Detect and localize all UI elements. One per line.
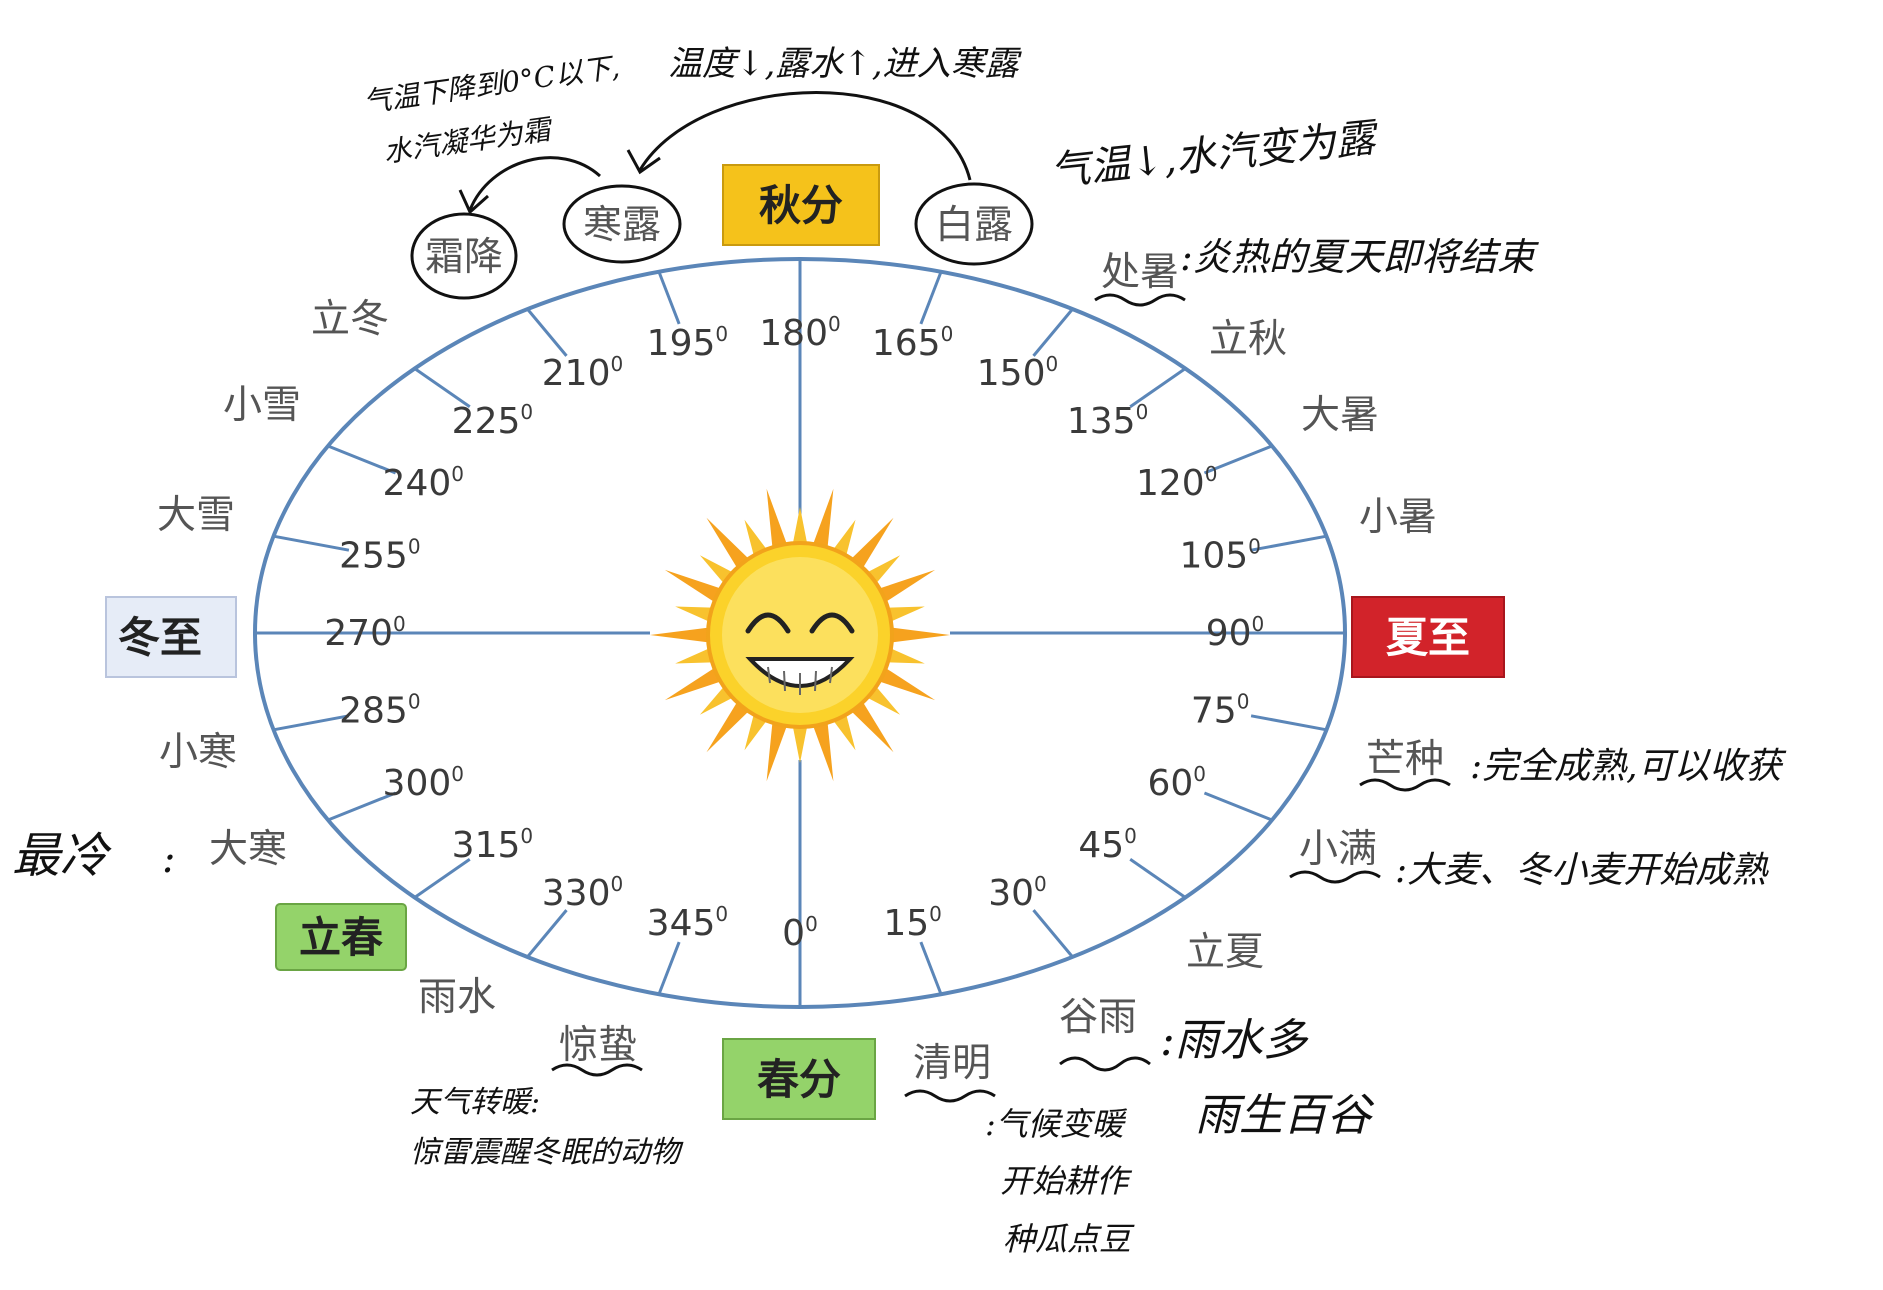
xiaoman-note: :大麦、冬小麦开始成熟 xyxy=(1395,850,1769,891)
xiaoxue-label: 小雪 xyxy=(223,383,301,428)
mangzhong-note: :完全成熟,可以收获 xyxy=(1470,746,1787,787)
orbit-tick-105 xyxy=(1250,534,1327,552)
daxue-label: 大雪 xyxy=(157,493,235,538)
dashu-label: 大暑 xyxy=(1301,393,1379,438)
degree-label-150: 1500 xyxy=(977,352,1058,394)
degree-label-75: 750 xyxy=(1191,690,1250,732)
guyu-label: 谷雨 xyxy=(1059,995,1137,1040)
qingming-underline xyxy=(904,1089,996,1103)
sun-ray xyxy=(766,488,789,552)
orbit-tick-285 xyxy=(273,714,350,732)
xiaoman-underline xyxy=(1289,870,1381,884)
degree-label-135: 1350 xyxy=(1067,400,1148,442)
shuangjiang-note-line1: 气温下降到0°C以下, xyxy=(361,50,621,119)
qingming-note-line3: 种瓜点豆 xyxy=(1003,1220,1135,1258)
qingming-note-line2: 开始耕作 xyxy=(1000,1162,1133,1200)
degree-label-345: 3450 xyxy=(647,902,728,944)
xiaoshu-label: 小暑 xyxy=(1359,495,1437,540)
orbit-tick-75 xyxy=(1250,714,1327,732)
hanlu-to-shuangjiang-arrow xyxy=(468,156,602,211)
liqiu-label: 立秋 xyxy=(1209,317,1287,362)
degree-label-30: 300 xyxy=(988,872,1047,914)
orbit-tick-195 xyxy=(657,271,681,325)
degree-label-300: 3000 xyxy=(383,762,464,804)
solar-terms-diagram: 00 150 300 450600 750 900 1050 1200 13501500 1650… xyxy=(12,44,1787,1258)
degree-label-210: 2100 xyxy=(542,352,623,394)
degree-label-15: 150 xyxy=(883,902,942,944)
jingzhe-note-line1: 天气转暖: xyxy=(410,1085,540,1120)
orbit-tick-165 xyxy=(919,271,943,325)
degree-label-330: 3300 xyxy=(542,872,623,914)
yushui-label: 雨水 xyxy=(418,975,496,1020)
guyu-underline xyxy=(1059,1056,1151,1072)
degree-label-255: 2550 xyxy=(339,534,420,576)
hanlu-note: 温度↓,露水↑,进入寒露 xyxy=(668,44,1023,84)
degree-label-105: 1050 xyxy=(1179,534,1260,576)
guyu-note-line2: 雨生百谷 xyxy=(1195,1090,1375,1141)
orbit-tick-210 xyxy=(526,308,568,357)
dahan-note-colon: : xyxy=(162,836,175,882)
degree-label-60: 600 xyxy=(1147,762,1206,804)
jingzhe-note-line2: 惊雷震醒冬眠的动物 xyxy=(410,1135,684,1170)
chunfen-label: 春分 xyxy=(757,1055,841,1104)
sun-ray xyxy=(766,718,789,782)
orbit-tick-30 xyxy=(1032,909,1074,958)
orbit-tick-330 xyxy=(526,909,568,958)
jingzhe-label: 惊蛰 xyxy=(559,1023,637,1068)
degree-label-315: 3150 xyxy=(452,824,533,866)
degree-label-120: 1200 xyxy=(1136,462,1217,504)
lichun-label: 立春 xyxy=(299,913,383,962)
lidong-label: 立冬 xyxy=(311,297,389,342)
orbit-tick-15 xyxy=(919,941,943,995)
sun-ray xyxy=(811,718,834,782)
bailu-to-hanlu-arrowhead xyxy=(626,149,661,175)
qiufen-label: 秋分 xyxy=(759,181,843,230)
orbit-tick-345 xyxy=(657,941,681,995)
guyu-note-line1: :雨水多 xyxy=(1160,1015,1309,1066)
bailu-note: 气温↓,水汽变为露 xyxy=(1048,115,1381,195)
degree-label-165: 1650 xyxy=(872,322,953,364)
degree-label-180: 1800 xyxy=(759,312,840,354)
degree-label-0: 00 xyxy=(782,912,818,954)
degree-label-195: 1950 xyxy=(647,322,728,364)
chushu-underline xyxy=(1094,293,1186,307)
orbit-tick-255 xyxy=(273,534,350,552)
degree-label-270: 2700 xyxy=(324,612,405,654)
hanlu-label: 寒露 xyxy=(583,203,661,248)
dahan-note-left: 最冷 xyxy=(12,828,112,884)
degree-label-45: 450 xyxy=(1078,824,1137,866)
orbit-tick-150 xyxy=(1032,308,1074,357)
smiling-sun-icon xyxy=(650,488,950,782)
xiaoman-label: 小满 xyxy=(1299,827,1377,872)
degree-label-240: 2400 xyxy=(383,462,464,504)
degree-label-90: 900 xyxy=(1206,612,1265,654)
sun-ray xyxy=(887,627,950,643)
shuangjiang-label: 霜降 xyxy=(425,235,503,280)
xiaohan-label: 小寒 xyxy=(159,730,237,775)
orbit-tick-60 xyxy=(1203,791,1273,822)
xiazhi-label: 夏至 xyxy=(1386,613,1470,662)
qingming-label: 清明 xyxy=(913,1041,991,1086)
sun-ray xyxy=(811,488,834,552)
chushu-note: :炎热的夏天即将结束 xyxy=(1180,235,1540,279)
bailu-label: 白露 xyxy=(935,203,1013,248)
orbit-tick-45 xyxy=(1129,858,1187,899)
dahan-label: 大寒 xyxy=(209,827,287,872)
dongzhi-label: 冬至 xyxy=(118,613,202,662)
qingming-note-line1: :气候变暖 xyxy=(985,1105,1128,1143)
mangzhong-label: 芒种 xyxy=(1366,737,1444,782)
chushu-label: 处暑 xyxy=(1101,250,1179,295)
degree-label-285: 2850 xyxy=(339,690,420,732)
lixia-label: 立夏 xyxy=(1186,930,1264,975)
degree-label-225: 2250 xyxy=(452,400,533,442)
sun-ray xyxy=(650,627,713,643)
